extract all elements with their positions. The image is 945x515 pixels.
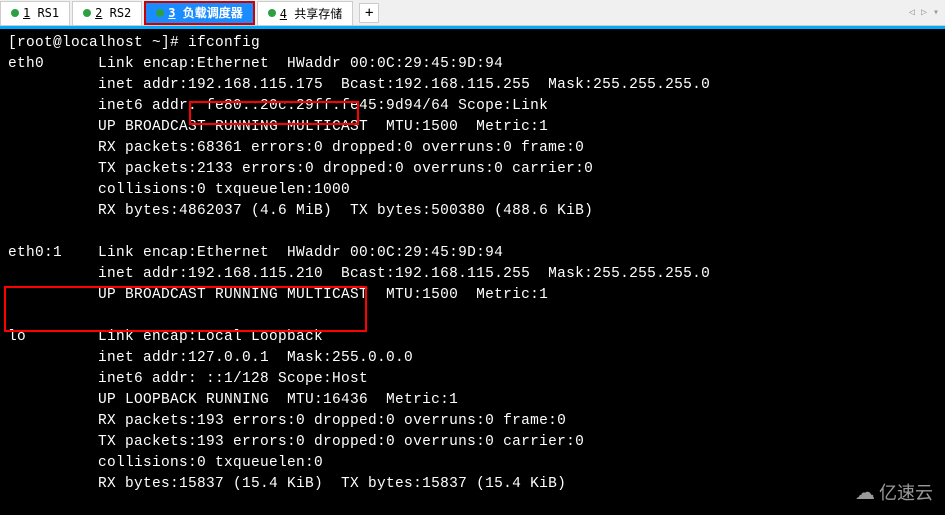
output-line: inet addr:127.0.0.1 Mask:255.0.0.0: [8, 350, 413, 366]
output-line: eth0 Link encap:Ethernet HWaddr 00:0C:29…: [8, 56, 503, 72]
output-line: collisions:0 txqueuelen:1000: [8, 182, 350, 198]
output-line: UP LOOPBACK RUNNING MTU:16436 Metric:1: [8, 392, 458, 408]
add-tab-button[interactable]: +: [359, 3, 379, 23]
output-line: UP BROADCAST RUNNING MULTICAST MTU:1500 …: [8, 119, 548, 135]
tab-label: RS2: [102, 6, 131, 20]
tab-load-balancer[interactable]: 3 负载调度器: [144, 1, 254, 25]
output-line: RX packets:68361 errors:0 dropped:0 over…: [8, 140, 584, 156]
command: ifconfig: [188, 35, 260, 51]
tab-bar: 1 RS1 2 RS2 3 负载调度器 4 共享存储 + ◁ ▷ ▾: [0, 0, 945, 26]
output-line: inet addr:192.168.115.210 Bcast:192.168.…: [8, 266, 710, 282]
terminal-output[interactable]: [root@localhost ~]# ifconfig eth0 Link e…: [0, 26, 945, 515]
tab-rs2[interactable]: 2 RS2: [72, 1, 142, 25]
nav-dropdown-icon[interactable]: ▾: [931, 7, 941, 18]
prompt: [root@localhost ~]#: [8, 35, 188, 51]
output-line: lo Link encap:Local Loopback: [8, 329, 323, 345]
watermark: ☁ 亿速云: [855, 479, 933, 505]
nav-right-icon[interactable]: ▷: [919, 7, 929, 18]
tab-label: RS1: [30, 6, 59, 20]
status-dot-icon: [11, 9, 19, 17]
tab-rs1[interactable]: 1 RS1: [0, 1, 70, 25]
output-line: eth0:1 Link encap:Ethernet HWaddr 00:0C:…: [8, 245, 503, 261]
output-line: RX packets:193 errors:0 dropped:0 overru…: [8, 413, 566, 429]
output-line: inet6 addr: ::1/128 Scope:Host: [8, 371, 368, 387]
tab-label: 负载调度器: [176, 6, 243, 20]
tab-hotkey: 3: [168, 6, 175, 20]
output-line: TX packets:2133 errors:0 dropped:0 overr…: [8, 161, 593, 177]
output-line: RX bytes:4862037 (4.6 MiB) TX bytes:5003…: [8, 203, 593, 219]
status-dot-icon: [83, 9, 91, 17]
output-line: UP BROADCAST RUNNING MULTICAST MTU:1500 …: [8, 287, 548, 303]
output-line: collisions:0 txqueuelen:0: [8, 455, 323, 471]
watermark-text: 亿速云: [879, 479, 933, 505]
tab-shared-storage[interactable]: 4 共享存储: [257, 1, 353, 25]
nav-left-icon[interactable]: ◁: [907, 7, 917, 18]
tab-label: 共享存储: [287, 7, 342, 21]
status-dot-icon: [156, 9, 164, 17]
tab-nav: ◁ ▷ ▾: [907, 7, 941, 18]
output-line: inet addr:192.168.115.175 Bcast:192.168.…: [8, 77, 710, 93]
cloud-icon: ☁: [855, 480, 875, 505]
output-line: inet6 addr: fe80::20c:29ff:fe45:9d94/64 …: [8, 98, 548, 114]
output-line: RX bytes:15837 (15.4 KiB) TX bytes:15837…: [8, 476, 566, 492]
status-dot-icon: [268, 9, 276, 17]
tab-hotkey: 4: [280, 7, 287, 21]
output-line: TX packets:193 errors:0 dropped:0 overru…: [8, 434, 584, 450]
